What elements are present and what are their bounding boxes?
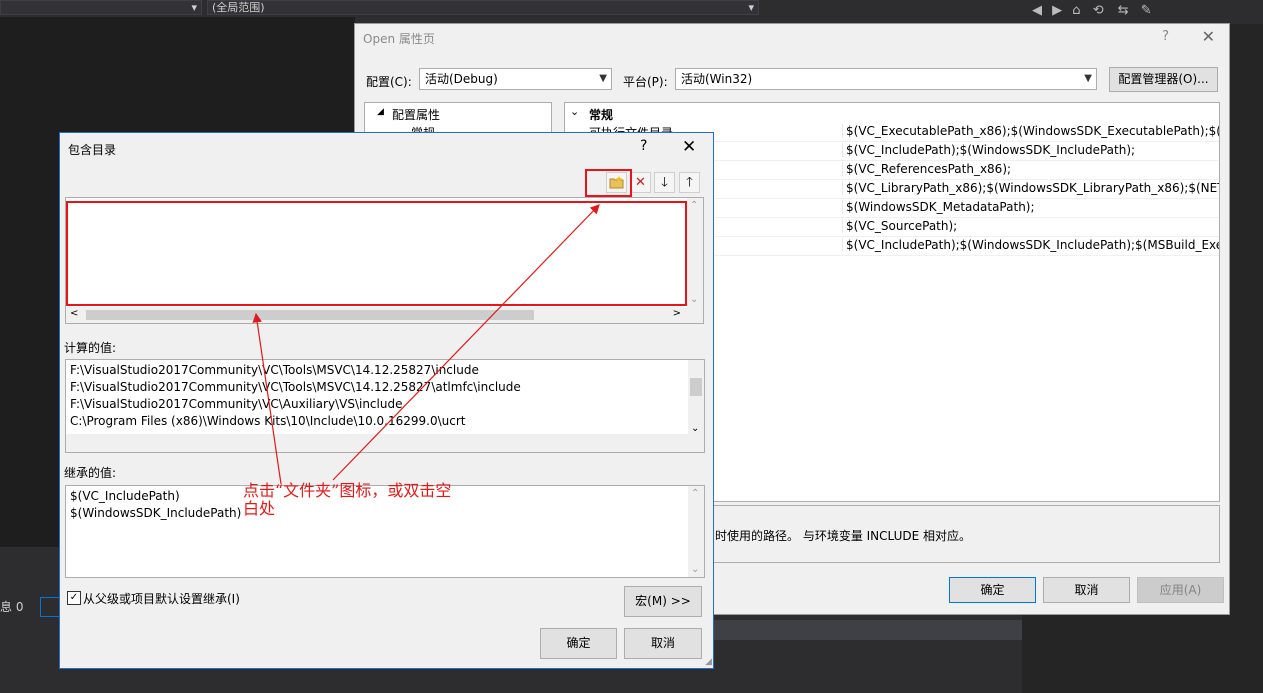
list-item: F:\VisualStudio2017Community\VC\Auxiliar… xyxy=(70,397,403,411)
list-item: F:\VisualStudio2017Community\VC\Tools\MS… xyxy=(70,363,479,377)
tree-item-config-properties[interactable]: 配置属性 xyxy=(392,106,440,123)
help-button[interactable]: ? xyxy=(640,138,647,154)
platform-select[interactable]: 活动(Win32) ▼ xyxy=(675,68,1097,90)
home-icon[interactable]: ⌂ xyxy=(1072,3,1080,18)
filter-icon[interactable] xyxy=(40,597,60,617)
ide-scope-label: (全局范围) xyxy=(212,1,265,14)
chevron-down-icon: ▼ xyxy=(599,73,607,84)
wrench-icon[interactable]: ✎ xyxy=(1141,3,1152,18)
sync-icon[interactable]: ⇆ xyxy=(1118,3,1129,18)
arrow-up-icon[interactable]: 🡑 xyxy=(679,172,700,193)
inherit-checkbox[interactable]: ✓ xyxy=(67,591,81,605)
collapse-icon[interactable]: ⌄ xyxy=(570,105,579,118)
macro-button[interactable]: 宏(M) >> xyxy=(624,586,702,617)
apply-button[interactable]: 应用(A) xyxy=(1137,577,1224,603)
grid-row-value: $(VC_ReferencesPath_x86); xyxy=(842,162,1011,176)
config-select[interactable]: 活动(Debug) ▼ xyxy=(419,68,612,90)
platform-value: 活动(Win32) xyxy=(681,72,753,86)
close-button[interactable]: ✕ xyxy=(1202,27,1215,46)
delete-icon[interactable]: ✕ xyxy=(630,172,651,193)
annotation-line-2: 白处 xyxy=(243,499,276,518)
description-body: 时使用的路径。 与环境变量 INCLUDE 相对应。 xyxy=(715,529,972,543)
inherit-checkbox-label[interactable]: 从父级或项目默认设置继承(I) xyxy=(83,590,240,607)
inherited-label: 继承的值: xyxy=(64,466,117,480)
grid-row-value: $(VC_ExecutablePath_x86);$(WindowsSDK_Ex… xyxy=(842,124,1219,138)
computed-values-list[interactable]: F:\VisualStudio2017Community\VC\Tools\MS… xyxy=(65,359,705,453)
vertical-scrollbar[interactable]: ⌃ ⌄ xyxy=(687,198,703,307)
ide-solution-panel xyxy=(1022,615,1263,693)
grid-row-value: $(VC_SourcePath); xyxy=(842,219,957,233)
horizontal-scrollbar[interactable]: < > xyxy=(66,307,703,323)
grid-header: 常规 xyxy=(589,108,614,122)
forward-icon[interactable]: ▶ xyxy=(1052,3,1062,18)
grid-row-value: $(VC_IncludePath);$(WindowsSDK_IncludePa… xyxy=(842,143,1135,157)
computed-label: 计算的值: xyxy=(64,341,117,355)
ok-button[interactable]: 确定 xyxy=(949,577,1036,603)
ide-member-combo[interactable]: ▾ xyxy=(0,0,202,15)
ide-solution-toolbar: ◀ ▶ ⌂ ⟲ ⇆ ✎ xyxy=(1022,0,1263,22)
vertical-scrollbar[interactable]: ⌃ ⌄ xyxy=(688,486,704,577)
chevron-down-icon: ▼ xyxy=(1084,73,1092,84)
scroll-thumb[interactable] xyxy=(690,378,702,396)
list-item: C:\Program Files (x86)\Windows Kits\10\I… xyxy=(70,414,466,428)
help-button[interactable]: ? xyxy=(1162,29,1169,44)
ide-right-panel xyxy=(1230,24,1263,693)
expand-icon[interactable]: ◢ xyxy=(377,107,384,117)
annotation-text: 点击“文件夹”图标，或双击空 白处 xyxy=(243,482,503,518)
vertical-scrollbar[interactable]: ⌄ xyxy=(688,360,704,434)
highlight-folder-button xyxy=(585,169,632,197)
history-icon[interactable]: ⟲ xyxy=(1093,3,1104,18)
back-icon[interactable]: ◀ xyxy=(1032,3,1042,18)
horizontal-scrollbar[interactable] xyxy=(66,434,704,452)
close-button[interactable]: ✕ xyxy=(682,137,696,157)
dialog-title: 包含目录 xyxy=(68,143,117,157)
resize-grip-icon[interactable]: ◢ xyxy=(705,657,712,667)
scroll-thumb[interactable] xyxy=(86,310,534,320)
annotation-line-1: 点击“文件夹”图标，或双击空 xyxy=(243,481,452,500)
cancel-button[interactable]: 取消 xyxy=(1043,577,1130,603)
highlight-list-area xyxy=(66,201,687,306)
ide-bottom-panel xyxy=(0,548,62,693)
dialog-title: Open 属性页 xyxy=(363,32,435,46)
list-item: $(WindowsSDK_IncludePath) xyxy=(70,506,242,520)
config-label: 配置(C): xyxy=(366,75,412,89)
ok-button[interactable]: 确定 xyxy=(540,628,617,659)
arrow-down-icon[interactable]: 🡓 xyxy=(654,172,675,193)
error-count: 息 0 xyxy=(0,600,24,614)
grid-row-value: $(WindowsSDK_MetadataPath); xyxy=(842,200,1035,214)
config-manager-button[interactable]: 配置管理器(O)... xyxy=(1109,67,1218,92)
ide-scope-combo[interactable]: (全局范围) ▾ xyxy=(207,0,759,15)
platform-label: 平台(P): xyxy=(623,75,668,89)
cancel-button[interactable]: 取消 xyxy=(624,628,702,659)
description-text: 搜时使用的路径。 与环境变量 INCLUDE 相对应。 xyxy=(703,527,971,544)
grid-row-value: $(VC_LibraryPath_x86);$(WindowsSDK_Libra… xyxy=(842,181,1219,195)
ide-output-row xyxy=(714,620,1024,640)
list-item: $(VC_IncludePath) xyxy=(70,489,180,503)
grid-row-value: $(VC_IncludePath);$(WindowsSDK_IncludePa… xyxy=(842,238,1219,252)
list-item: F:\VisualStudio2017Community\VC\Tools\MS… xyxy=(70,380,521,394)
config-value: 活动(Debug) xyxy=(425,72,498,86)
